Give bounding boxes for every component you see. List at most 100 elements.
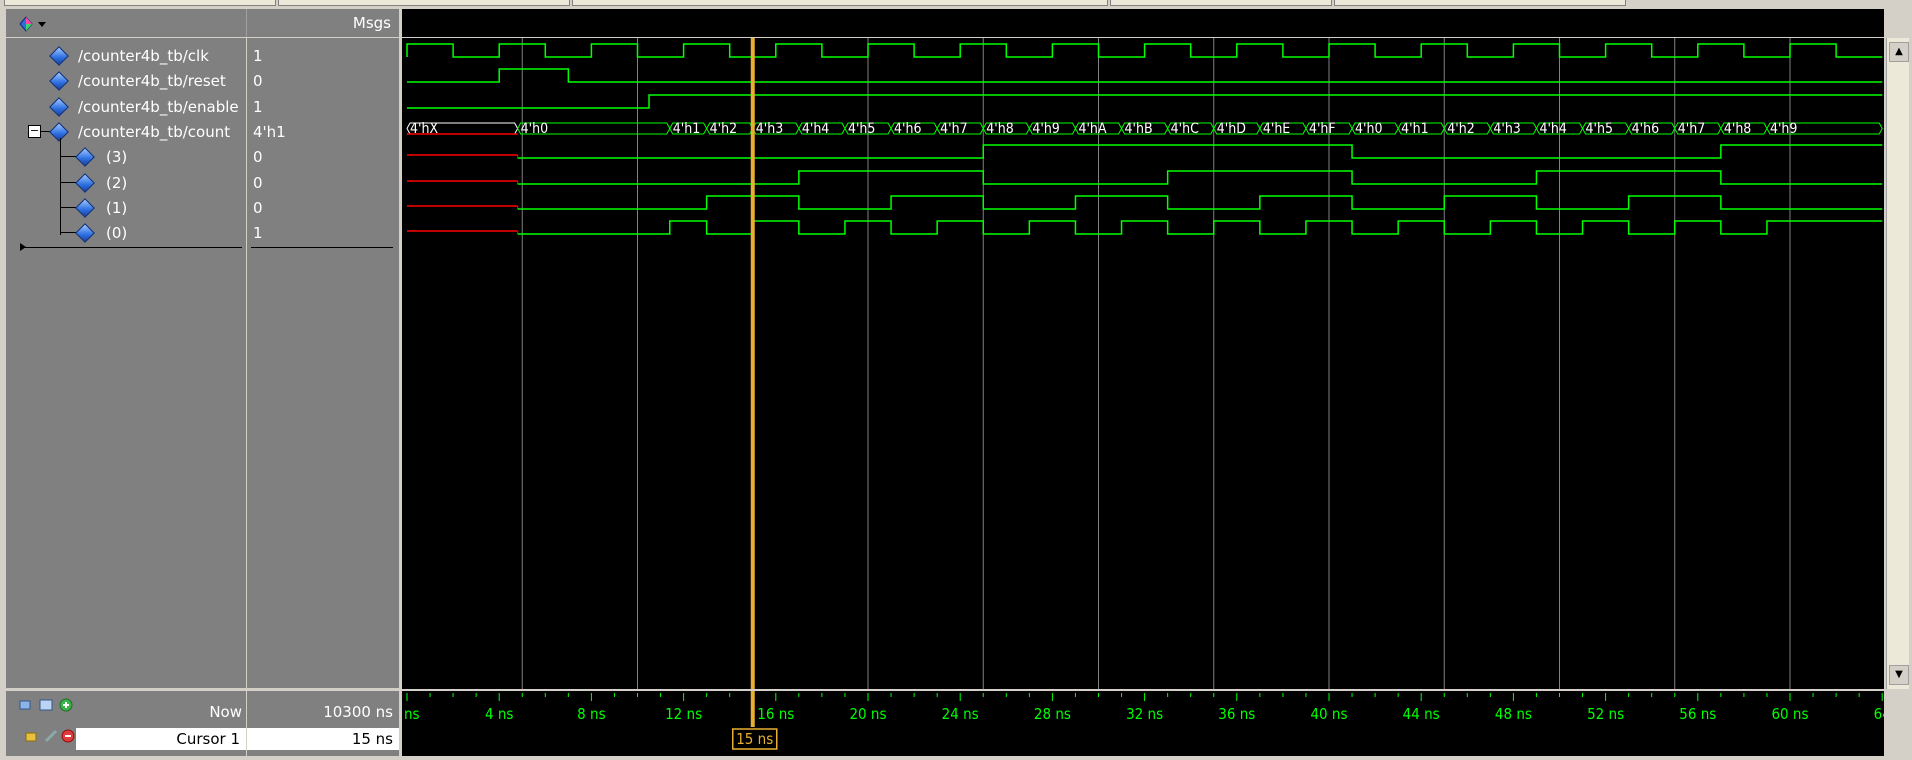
timeline-ruler[interactable]: ns 4 ns 8 ns 12 ns 16 ns 20 ns 24 ns 28 ns 32 ns…: [402, 691, 1891, 756]
cursor-value: 15 ns: [351, 730, 393, 748]
count-bus-value: 4'h0: [521, 121, 548, 137]
count-bus-value: 4'h9: [1032, 121, 1059, 137]
ruler-tick-label: 4 ns: [485, 705, 513, 723]
signal-name: (3): [106, 148, 128, 166]
count-bus-value: 4'h3: [1493, 121, 1520, 137]
cursor-time-field[interactable]: 15 ns: [247, 728, 399, 750]
cursor-toolbar-icons: [25, 729, 75, 743]
ruler-tick-label: 32 ns: [1126, 705, 1163, 723]
ruler-tick-label: 56 ns: [1679, 705, 1716, 723]
signal-name: (1): [106, 199, 128, 217]
reset-waveform: [407, 68, 1883, 83]
signal-row-count-bit0[interactable]: (0): [6, 221, 246, 246]
count-bit-2-waveform: [517, 170, 1883, 185]
ruler-tick-label: 8 ns: [577, 705, 605, 723]
count-bus-value: 4'h1: [673, 121, 700, 137]
signal-value: 4'h1: [253, 123, 286, 141]
signal-value: 0: [253, 174, 263, 192]
count-bus-value: 4'h6: [894, 121, 921, 137]
signal-names-header: [6, 9, 247, 37]
ruler-tick-label: 20 ns: [849, 705, 886, 723]
now-toolbar-icons: [19, 698, 73, 712]
count-bit-1-waveform: [517, 195, 1883, 210]
signal-row-count-bit1[interactable]: (1): [6, 196, 246, 221]
ruler-tick-label: 36 ns: [1218, 705, 1255, 723]
ruler-tick-label: 24 ns: [942, 705, 979, 723]
now-value: 10300 ns: [323, 703, 393, 721]
count-bus-value: 4'h9: [1770, 121, 1797, 137]
count-bus-value: 4'h8: [986, 121, 1013, 137]
signal-values-pane: 1 0 1 4'h1 0 0 0 1: [247, 38, 399, 688]
count-bus-value: 4'hA: [1078, 121, 1106, 137]
count-bus-value: 4'hE: [1263, 121, 1290, 137]
scroll-up-button[interactable]: ▲: [1889, 42, 1909, 62]
signal-row-enable[interactable]: /counter4b_tb/enable: [6, 95, 246, 120]
signal-diamond-icon: [49, 46, 69, 66]
signal-name: /counter4b_tb/reset: [78, 72, 226, 90]
signal-name: (2): [106, 174, 128, 192]
count-bus-value: 4'h2: [710, 121, 737, 137]
count-bus-value: 4'hX: [410, 121, 438, 137]
timeline-ruler-canvas[interactable]: ns 4 ns 8 ns 12 ns 16 ns 20 ns 24 ns 28 ns 32 ns…: [402, 691, 1891, 756]
signal-value: 0: [253, 72, 263, 90]
signal-value: 1: [253, 47, 263, 65]
signal-diamond-icon: [75, 223, 95, 243]
count-bus-value: 4'hF: [1309, 121, 1336, 137]
vertical-scrollbar[interactable]: ▲ ▼: [1886, 38, 1909, 689]
signal-value: 1: [253, 224, 263, 242]
count-bit-3-waveform: [517, 144, 1883, 159]
ruler-tick-label: 48 ns: [1495, 705, 1532, 723]
ruler-tick-label: ns: [404, 705, 420, 723]
count-bus-value: 4'h5: [848, 121, 875, 137]
lock-icon: [25, 732, 37, 742]
signal-row-count[interactable]: − /counter4b_tb/count: [6, 120, 246, 145]
count-bus-value: 4'h7: [1678, 121, 1705, 137]
count-bus-value: 4'h3: [756, 121, 783, 137]
signal-row-reset[interactable]: /counter4b_tb/reset: [6, 69, 246, 94]
ruler-tick-label: 64: [1874, 705, 1884, 723]
signal-name: /counter4b_tb/enable: [78, 98, 239, 116]
count-bus-value: 4'h0: [1355, 121, 1382, 137]
ruler-tick-label: 60 ns: [1771, 705, 1808, 723]
cursor-tag-label: 15 ns: [736, 730, 773, 748]
wrench-icon: [44, 729, 58, 743]
count-bus-value: 4'h6: [1632, 121, 1659, 137]
top-toolbar-strip: [0, 0, 1912, 8]
signal-row-count-bit3[interactable]: (3): [6, 145, 246, 170]
signal-row-count-bit2[interactable]: (2): [6, 171, 246, 196]
count-bus-value: 4'h7: [940, 121, 967, 137]
wave-menu-button[interactable]: [18, 15, 48, 32]
wave-header-bar: [402, 9, 1884, 37]
count-bus-value: 4'h1: [1401, 121, 1428, 137]
ruler-tick-label: 52 ns: [1587, 705, 1624, 723]
cursor-name-field[interactable]: Cursor 1: [76, 728, 246, 750]
diamond-cube-icon: [19, 16, 46, 32]
signal-value: 1: [253, 98, 263, 116]
count-bus-value: 4'h5: [1586, 121, 1613, 137]
messages-column-header: Msgs: [247, 9, 399, 37]
toolbar-segment: [1334, 0, 1626, 6]
signal-diamond-icon: [49, 97, 69, 117]
enable-waveform: [407, 94, 1883, 109]
count-bit-0-waveform: [517, 220, 1883, 235]
signal-row-clk[interactable]: /counter4b_tb/clk: [6, 44, 246, 69]
toolbar-segment: [4, 0, 276, 6]
now-label: Now: [209, 703, 242, 721]
scroll-down-button[interactable]: ▼: [1889, 665, 1909, 685]
add-cursor-icon: [39, 699, 53, 711]
insertion-line: [22, 247, 242, 248]
cursor-label: Cursor 1: [176, 730, 240, 748]
clk-waveform: [406, 43, 1883, 58]
toolbar-segment: [572, 0, 1108, 6]
wave-window[interactable]: 4'hX 4'h0 4'h1 4'h2 4'h3 4'h4 4'h5 4'h6 4'h7 4'h8…: [402, 38, 1884, 689]
ruler-tick-label: 16 ns: [757, 705, 794, 723]
ruler-tick-label: 12 ns: [665, 705, 702, 723]
signal-diamond-icon: [49, 122, 69, 142]
cursor-names-pane: Now Cursor 1: [6, 691, 246, 756]
dropdown-arrow-icon: [38, 22, 46, 27]
signal-name: /counter4b_tb/count: [78, 123, 231, 141]
signal-diamond-icon: [49, 71, 69, 91]
signal-diamond-icon: [75, 173, 95, 193]
count-bus-value: 4'hD: [1217, 121, 1246, 137]
waveform-canvas[interactable]: 4'hX 4'h0 4'h1 4'h2 4'h3 4'h4 4'h5 4'h6 4'h7 4'h8…: [402, 38, 1884, 689]
